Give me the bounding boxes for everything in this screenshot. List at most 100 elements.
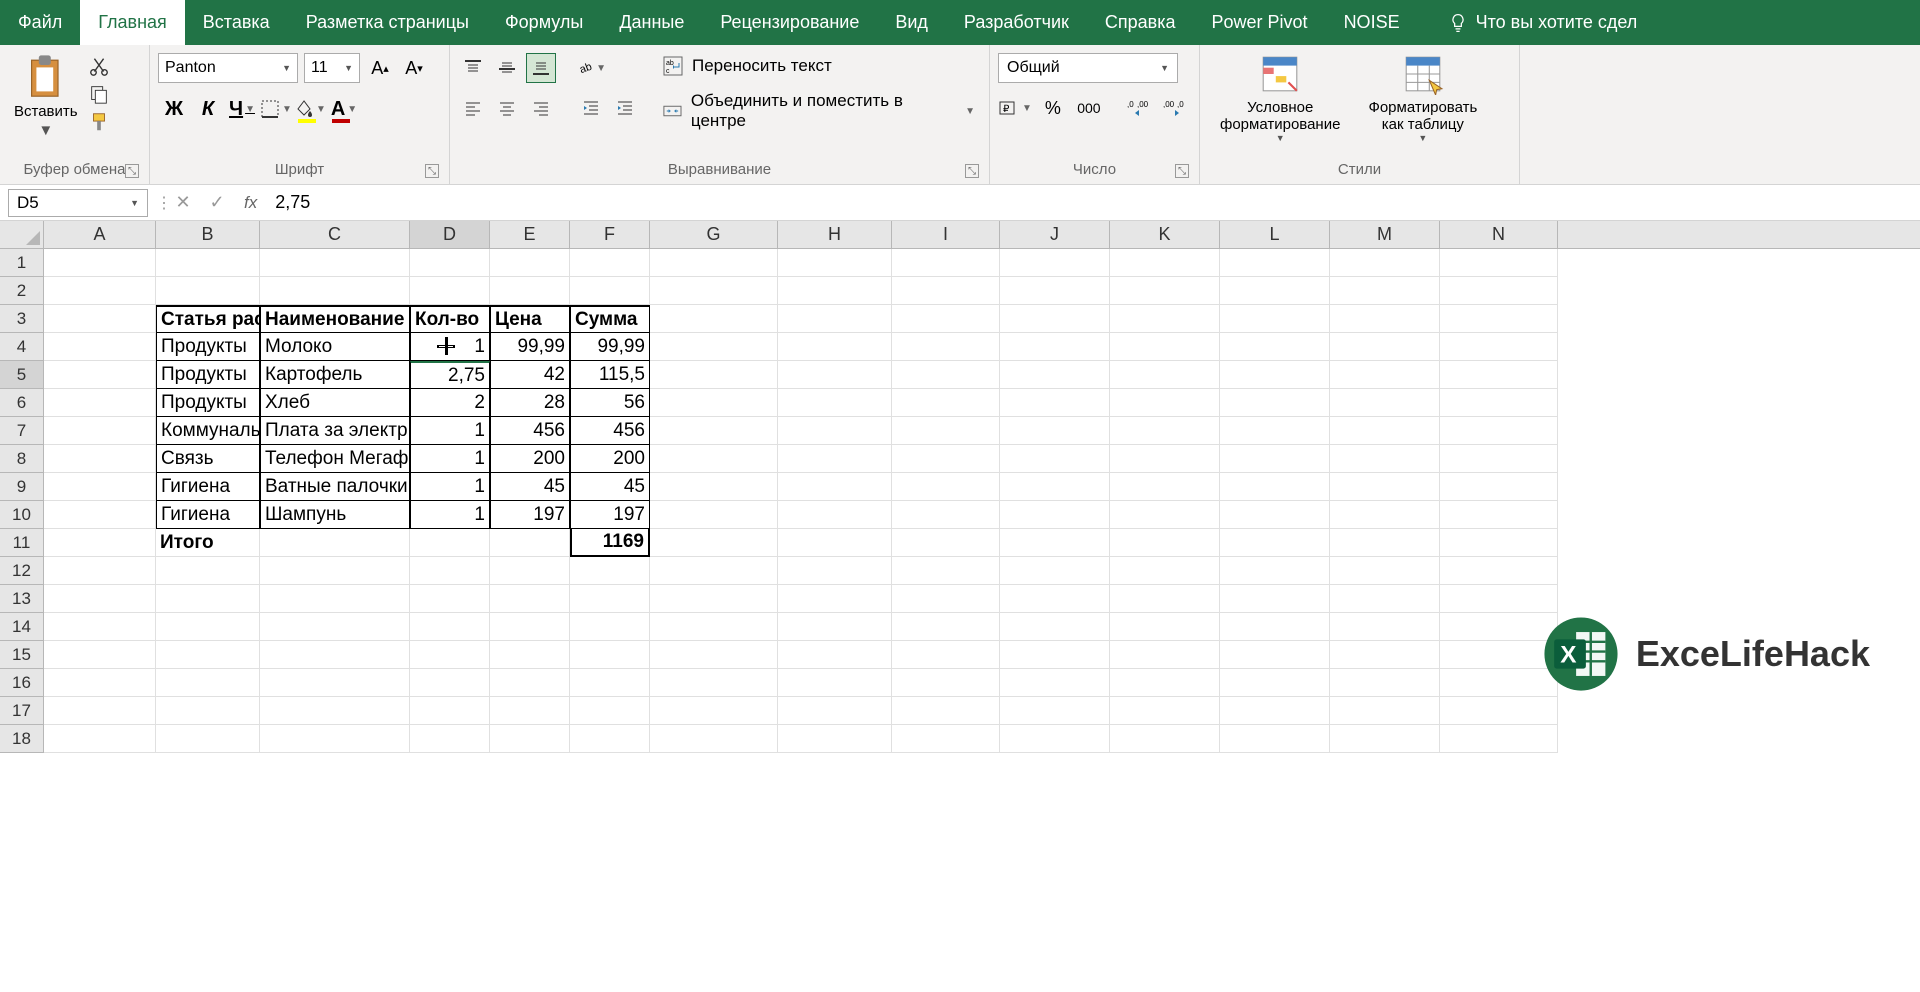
cell-D13[interactable] xyxy=(410,585,490,613)
cell-E12[interactable] xyxy=(490,557,570,585)
cell-I8[interactable] xyxy=(892,445,1000,473)
decrease-font-button[interactable]: A▾ xyxy=(400,54,428,82)
cell-M13[interactable] xyxy=(1330,585,1440,613)
cell-C4[interactable]: Молоко xyxy=(260,333,410,361)
cell-K10[interactable] xyxy=(1110,501,1220,529)
clipboard-launcher[interactable]: ⤡ xyxy=(125,164,139,178)
cell-E16[interactable] xyxy=(490,669,570,697)
cell-H2[interactable] xyxy=(778,277,892,305)
cell-G8[interactable] xyxy=(650,445,778,473)
tab-view[interactable]: Вид xyxy=(877,0,946,45)
cell-I1[interactable] xyxy=(892,249,1000,277)
comma-button[interactable]: 000 xyxy=(1074,93,1104,123)
cell-H4[interactable] xyxy=(778,333,892,361)
cell-E8[interactable]: 200 xyxy=(490,445,570,473)
row-header-16[interactable]: 16 xyxy=(0,669,44,697)
cell-I14[interactable] xyxy=(892,613,1000,641)
cell-M7[interactable] xyxy=(1330,417,1440,445)
row-header-5[interactable]: 5 xyxy=(0,361,44,389)
col-header-L[interactable]: L xyxy=(1220,221,1330,248)
cell-I9[interactable] xyxy=(892,473,1000,501)
cell-B18[interactable] xyxy=(156,725,260,753)
cell-A12[interactable] xyxy=(44,557,156,585)
cell-B3[interactable]: Статья расход xyxy=(156,305,260,333)
fill-color-button[interactable]: ▼ xyxy=(294,93,326,125)
row-header-6[interactable]: 6 xyxy=(0,389,44,417)
cell-F9[interactable]: 45 xyxy=(570,473,650,501)
cell-L16[interactable] xyxy=(1220,669,1330,697)
cell-D16[interactable] xyxy=(410,669,490,697)
cell-N2[interactable] xyxy=(1440,277,1558,305)
cell-N14[interactable] xyxy=(1440,613,1558,641)
cell-J12[interactable] xyxy=(1000,557,1110,585)
row-header-14[interactable]: 14 xyxy=(0,613,44,641)
cell-A13[interactable] xyxy=(44,585,156,613)
align-top-button[interactable] xyxy=(458,53,488,83)
col-header-M[interactable]: M xyxy=(1330,221,1440,248)
cell-I17[interactable] xyxy=(892,697,1000,725)
cell-K9[interactable] xyxy=(1110,473,1220,501)
cell-E18[interactable] xyxy=(490,725,570,753)
cell-N11[interactable] xyxy=(1440,529,1558,557)
cell-B10[interactable]: Гигиена xyxy=(156,501,260,529)
cell-F2[interactable] xyxy=(570,277,650,305)
conditional-formatting-button[interactable]: Условное форматирование ▼ xyxy=(1208,49,1352,157)
copy-icon[interactable] xyxy=(88,83,110,105)
cell-E14[interactable] xyxy=(490,613,570,641)
cell-I18[interactable] xyxy=(892,725,1000,753)
increase-indent-button[interactable] xyxy=(610,93,640,123)
cell-D9[interactable]: 1 xyxy=(410,473,490,501)
cell-K13[interactable] xyxy=(1110,585,1220,613)
align-right-button[interactable] xyxy=(526,93,556,123)
cell-L1[interactable] xyxy=(1220,249,1330,277)
cell-J4[interactable] xyxy=(1000,333,1110,361)
cell-J15[interactable] xyxy=(1000,641,1110,669)
cell-L17[interactable] xyxy=(1220,697,1330,725)
cell-A2[interactable] xyxy=(44,277,156,305)
cell-K2[interactable] xyxy=(1110,277,1220,305)
cell-D12[interactable] xyxy=(410,557,490,585)
number-launcher[interactable]: ⤡ xyxy=(1175,164,1189,178)
font-size-select[interactable]: 11▼ xyxy=(304,53,360,83)
cell-A16[interactable] xyxy=(44,669,156,697)
cell-F14[interactable] xyxy=(570,613,650,641)
cell-M14[interactable] xyxy=(1330,613,1440,641)
cell-I11[interactable] xyxy=(892,529,1000,557)
cell-A15[interactable] xyxy=(44,641,156,669)
cut-icon[interactable] xyxy=(88,55,110,77)
cell-N4[interactable] xyxy=(1440,333,1558,361)
cell-K4[interactable] xyxy=(1110,333,1220,361)
cell-J10[interactable] xyxy=(1000,501,1110,529)
increase-font-button[interactable]: A▴ xyxy=(366,54,394,82)
italic-button[interactable]: К xyxy=(192,93,224,125)
font-launcher[interactable]: ⤡ xyxy=(425,164,439,178)
cell-L8[interactable] xyxy=(1220,445,1330,473)
cell-L18[interactable] xyxy=(1220,725,1330,753)
cell-A18[interactable] xyxy=(44,725,156,753)
cell-L10[interactable] xyxy=(1220,501,1330,529)
tab-powerpivot[interactable]: Power Pivot xyxy=(1194,0,1326,45)
cell-C3[interactable]: Наименование xyxy=(260,305,410,333)
cell-G1[interactable] xyxy=(650,249,778,277)
cell-M17[interactable] xyxy=(1330,697,1440,725)
align-bottom-button[interactable] xyxy=(526,53,556,83)
tell-me-search[interactable]: Что вы хотите сдел xyxy=(1448,0,1638,45)
wrap-text-button[interactable]: abcПереносить текст xyxy=(656,53,981,79)
align-center-button[interactable] xyxy=(492,93,522,123)
col-header-I[interactable]: I xyxy=(892,221,1000,248)
cell-H15[interactable] xyxy=(778,641,892,669)
cell-H14[interactable] xyxy=(778,613,892,641)
cell-D18[interactable] xyxy=(410,725,490,753)
cell-I10[interactable] xyxy=(892,501,1000,529)
cell-H5[interactable] xyxy=(778,361,892,389)
format-as-table-button[interactable]: Форматировать как таблицу ▼ xyxy=(1356,49,1489,157)
cell-M4[interactable] xyxy=(1330,333,1440,361)
cell-M5[interactable] xyxy=(1330,361,1440,389)
number-format-select[interactable]: Общий▼ xyxy=(998,53,1178,83)
col-header-E[interactable]: E xyxy=(490,221,570,248)
row-header-4[interactable]: 4 xyxy=(0,333,44,361)
cell-C1[interactable] xyxy=(260,249,410,277)
cell-L15[interactable] xyxy=(1220,641,1330,669)
font-name-select[interactable]: Panton▼ xyxy=(158,53,298,83)
cell-H18[interactable] xyxy=(778,725,892,753)
